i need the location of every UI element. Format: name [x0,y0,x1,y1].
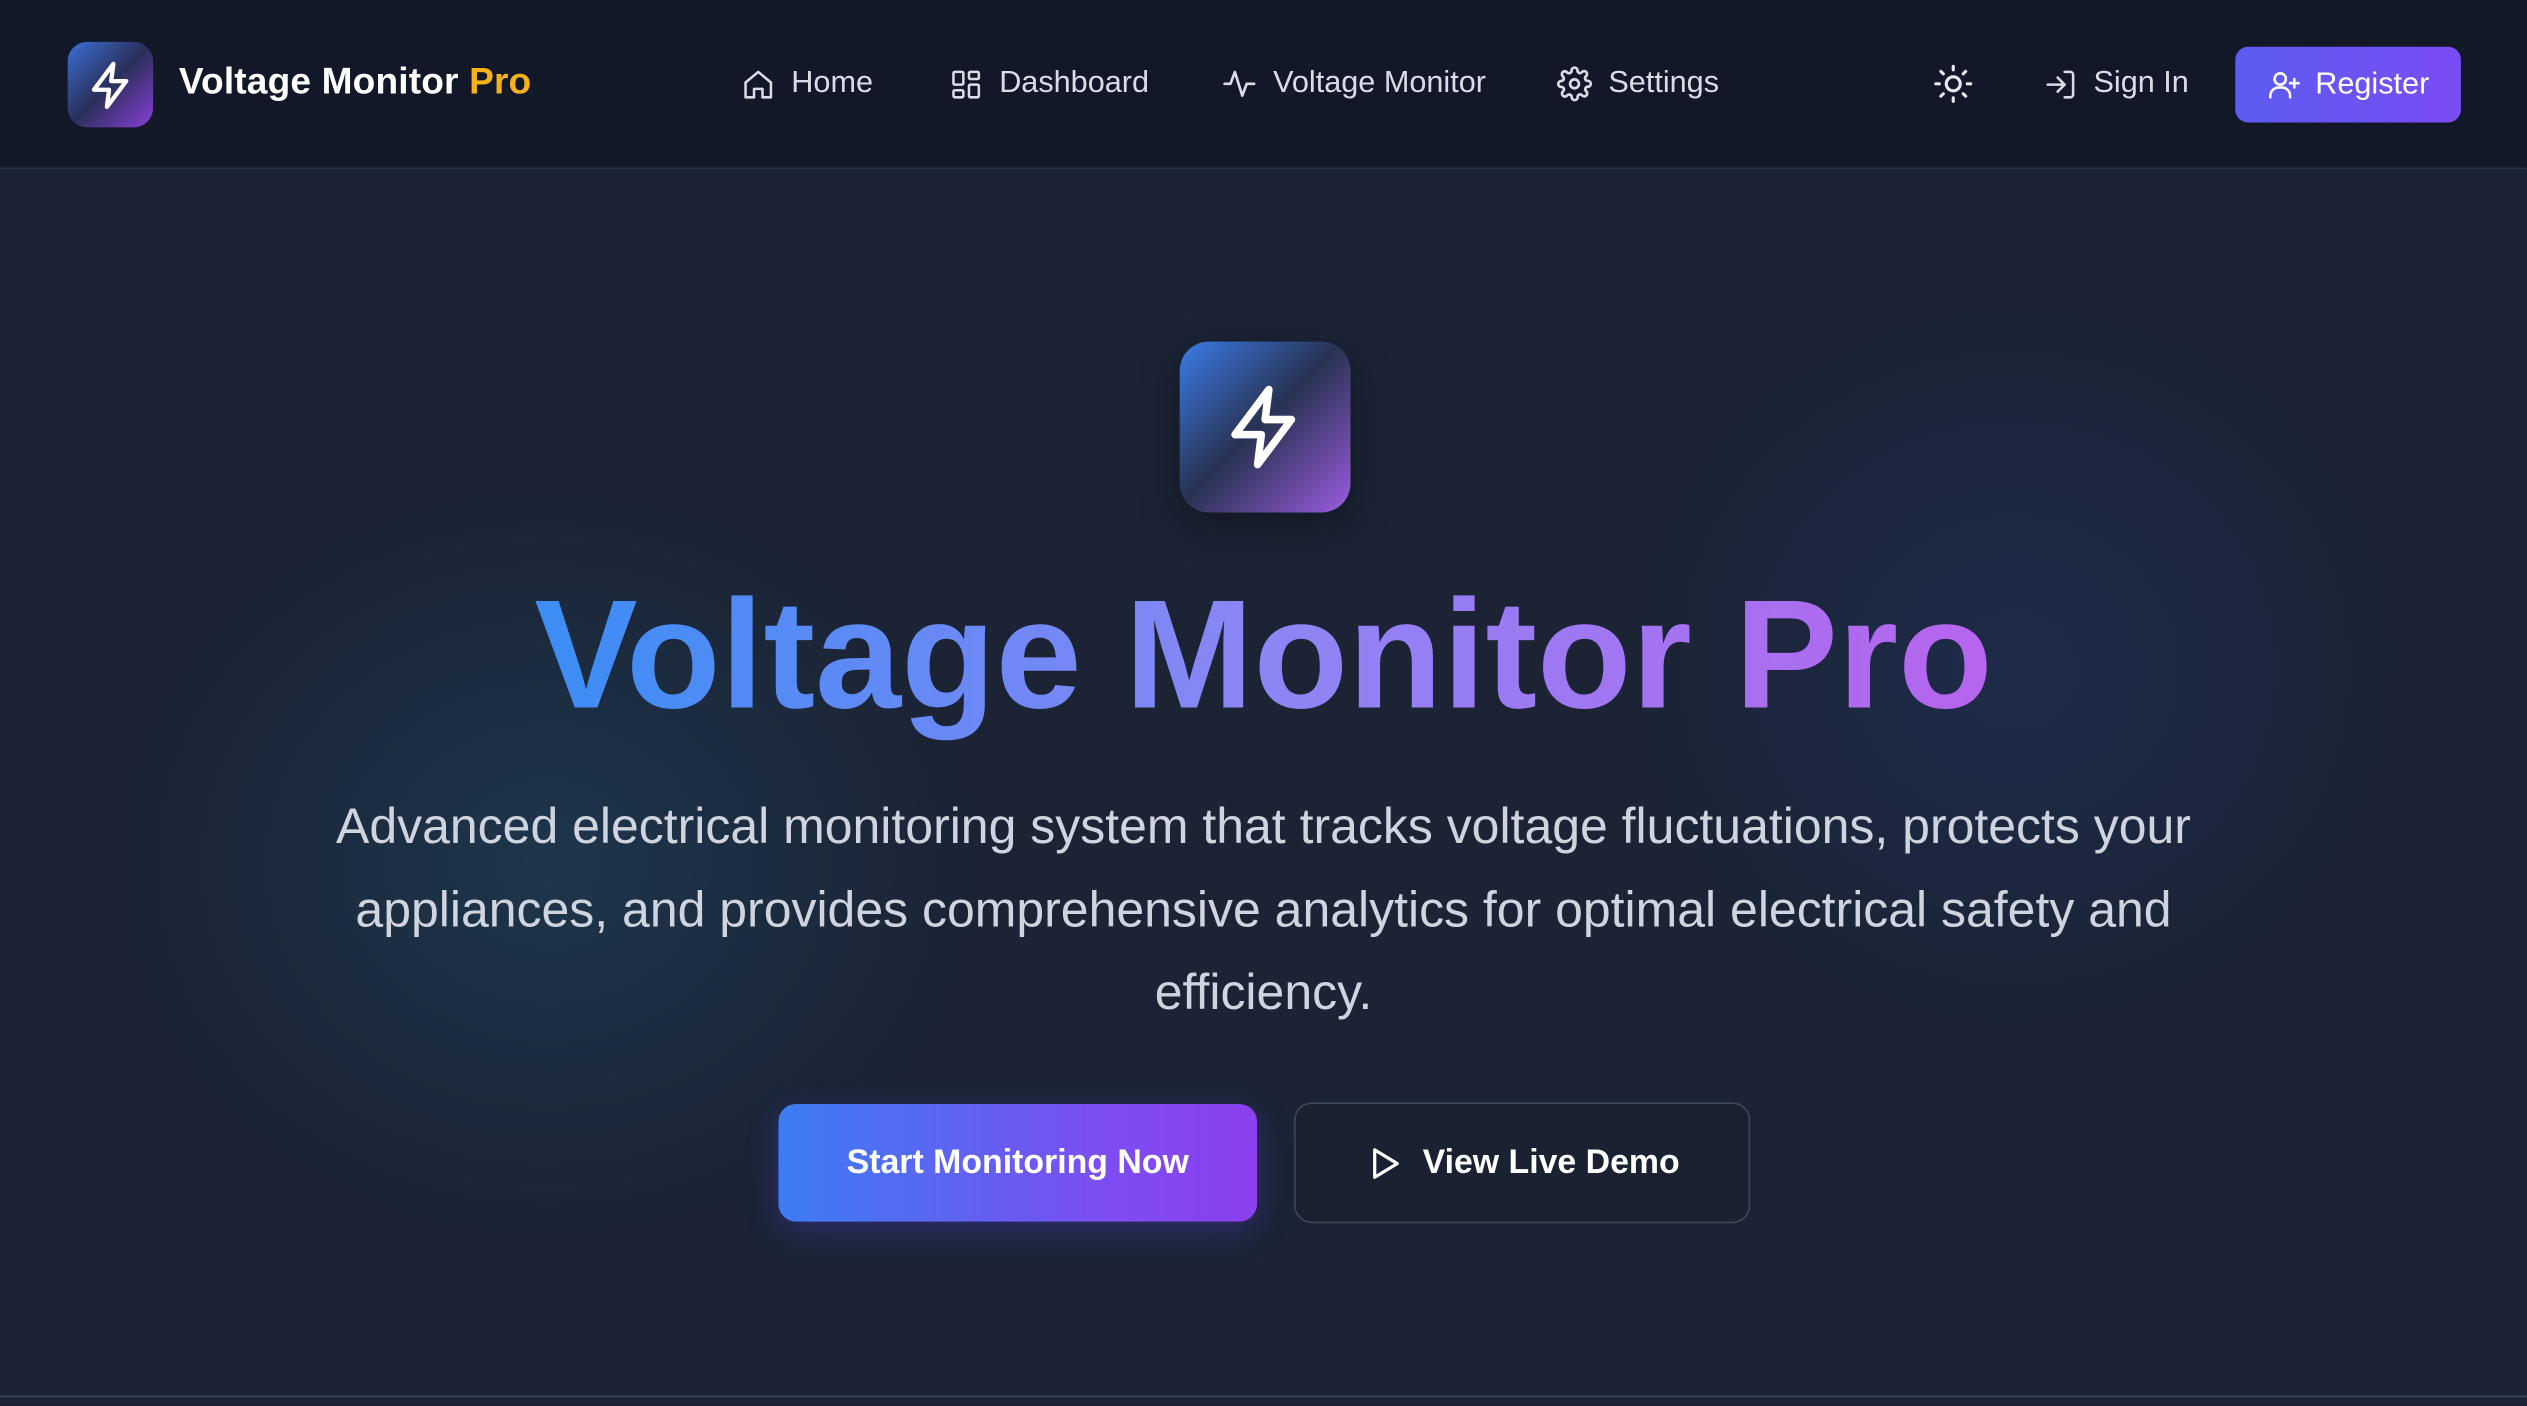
nav-link-dashboard-label: Dashboard [999,66,1149,100]
play-icon [1372,1147,1399,1179]
brand-name-text: Voltage Monitor [178,59,459,102]
user-plus-icon [2268,72,2300,99]
nav-link-home-label: Home [791,66,873,100]
brand-logo[interactable] [67,41,154,128]
app-window: Voltage Monitor Pro Home Dashboard Volta… [0,0,2527,1406]
nav-link-voltage-monitor-label: Voltage Monitor [1273,66,1486,100]
activity-pulse-icon [1223,70,1256,97]
dashboard-grid-icon [952,69,981,98]
register-button[interactable]: Register [2235,46,2461,123]
lightning-bolt-icon [1231,385,1296,469]
gear-icon [1557,66,1593,102]
top-navbar: Voltage Monitor Pro Home Dashboard Volta… [0,0,2527,170]
nav-link-settings[interactable]: Settings [1557,58,1719,110]
nav-link-voltage-monitor[interactable]: Voltage Monitor [1222,58,1486,110]
start-monitoring-label: Start Monitoring Now [846,1143,1189,1181]
view-live-demo-button[interactable]: View Live Demo [1294,1102,1751,1224]
sign-in-label: Sign In [2093,66,2189,100]
brand-accent-text: Pro [469,59,532,102]
nav-link-dashboard[interactable]: Dashboard [949,58,1149,110]
theme-toggle-button[interactable] [1927,58,1979,110]
nav-link-settings-label: Settings [1608,66,1720,100]
home-icon [744,69,773,98]
brand-name[interactable]: Voltage Monitor Pro [179,60,531,104]
sun-icon [1934,64,1973,103]
sign-in-icon [2046,69,2075,98]
hero-logo [1179,341,1351,513]
hero-title: Voltage Monitor Pro [0,567,2527,744]
view-live-demo-label: View Live Demo [1422,1143,1680,1181]
section-divider [0,1395,2527,1398]
sign-in-link[interactable]: Sign In [2044,58,2189,110]
nav-link-home[interactable]: Home [741,58,873,110]
register-label: Register [2315,66,2430,101]
hero-description: Advanced electrical monitoring system th… [336,797,2191,1021]
lightning-bolt-icon [91,60,128,109]
start-monitoring-button[interactable]: Start Monitoring Now [778,1103,1258,1222]
